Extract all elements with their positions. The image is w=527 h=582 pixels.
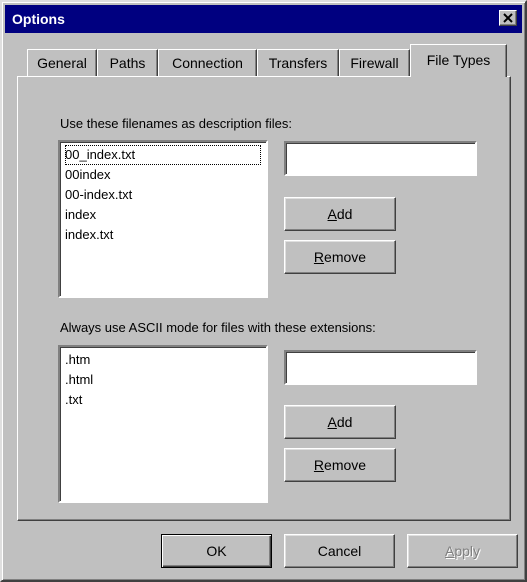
list-item[interactable]: .html <box>65 370 266 390</box>
remove-label: emove <box>324 457 367 473</box>
add-mnemonic: A <box>327 206 337 222</box>
ascii-extensions-label: Always use ASCII mode for files with the… <box>60 320 376 335</box>
window-title: Options <box>12 11 65 27</box>
close-button[interactable] <box>499 10 517 26</box>
description-files-label: Use these filenames as description files… <box>60 116 292 131</box>
ascii-add-button[interactable]: Add <box>284 405 396 439</box>
list-item[interactable]: .htm <box>65 350 266 370</box>
add-label: dd <box>336 206 353 222</box>
tab-paths[interactable]: Paths <box>97 49 158 76</box>
list-item[interactable]: 00-index.txt <box>65 185 266 205</box>
tab-transfers[interactable]: Transfers <box>257 49 339 76</box>
description-add-button[interactable]: Add <box>284 197 396 231</box>
remove-mnemonic: R <box>313 457 325 473</box>
cancel-button[interactable]: Cancel <box>284 534 395 568</box>
tab-firewall[interactable]: Firewall <box>339 49 410 76</box>
list-item[interactable]: 00index <box>65 165 266 185</box>
description-filename-field[interactable] <box>284 141 477 176</box>
description-remove-button[interactable]: Remove <box>284 240 396 274</box>
apply-mnemonic: A <box>444 543 455 559</box>
tab-file-types[interactable]: File Types <box>410 44 507 77</box>
list-item[interactable]: index <box>65 205 266 225</box>
tab-connection[interactable]: Connection <box>158 49 257 76</box>
ok-label: OK <box>206 543 227 559</box>
ascii-extension-input[interactable] <box>286 352 475 383</box>
ascii-extension-field[interactable] <box>284 350 477 385</box>
list-item[interactable]: 00_index.txt <box>65 145 261 165</box>
ok-button[interactable]: OK <box>161 534 272 568</box>
list-item[interactable]: .txt <box>65 390 266 410</box>
ascii-remove-button[interactable]: Remove <box>284 448 396 482</box>
cancel-label: Cancel <box>317 543 362 559</box>
apply-button[interactable]: Apply <box>407 534 518 568</box>
remove-label: emove <box>324 249 367 265</box>
description-files-list[interactable]: 00_index.txt 00index 00-index.txt index … <box>58 140 268 298</box>
list-item[interactable]: index.txt <box>65 225 266 245</box>
remove-mnemonic: R <box>313 249 325 265</box>
title-bar[interactable]: Options <box>5 5 522 33</box>
tab-general[interactable]: General <box>27 49 97 76</box>
ascii-extensions-list[interactable]: .htm .html .txt <box>58 345 268 503</box>
apply-label: pply <box>454 543 481 559</box>
add-mnemonic: A <box>327 414 337 430</box>
description-filename-input[interactable] <box>286 143 475 174</box>
close-icon <box>503 13 513 23</box>
add-label: dd <box>336 414 353 430</box>
